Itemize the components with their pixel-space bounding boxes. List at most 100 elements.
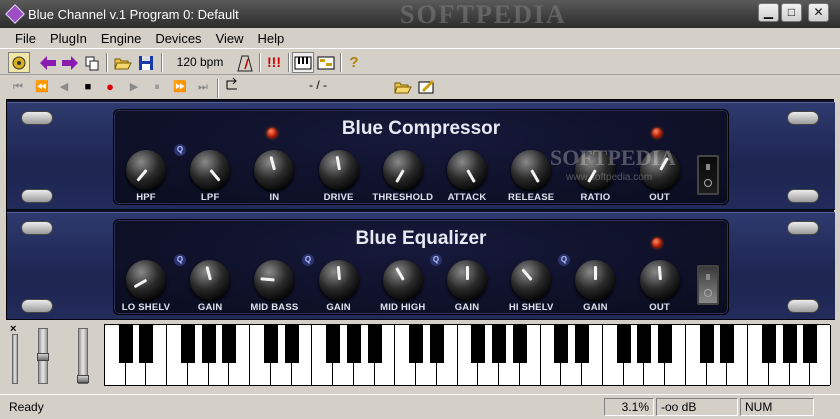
keyboard-toggle-button[interactable] [292,52,314,73]
mod-wheel[interactable] [77,328,89,384]
black-key[interactable] [180,325,195,363]
black-key[interactable] [326,325,341,363]
piano-icon [294,56,312,69]
equalizer-knob-lo-shelv[interactable] [126,260,166,300]
black-key[interactable] [616,325,631,363]
metronome-button[interactable] [234,52,256,73]
black-key[interactable] [429,325,444,363]
menu-engine[interactable]: Engine [94,29,148,49]
menu-devices[interactable]: Devices [148,29,208,49]
pause-icon: ⏸ [154,81,160,93]
compressor-power-switch[interactable] [697,155,719,195]
copy-icon [85,56,99,70]
main-toolbar: 120 bpm !!! ? [0,50,840,75]
pitch-wheel[interactable] [37,328,49,384]
rack-ear [787,299,819,313]
black-key[interactable] [512,325,527,363]
rewind-button[interactable]: ⏪ [32,77,52,97]
black-key[interactable] [139,325,154,363]
help-button[interactable]: ? [343,52,365,73]
toolbar-separator [288,53,290,72]
black-key[interactable] [803,325,818,363]
compressor-knob-drive[interactable] [318,150,359,190]
menu-bar: File PlugIn Engine Devices View Help [0,29,840,49]
open-button[interactable] [112,52,134,73]
black-key[interactable] [471,325,486,363]
title-bar[interactable]: Blue Channel v.1 Program 0: Default SOFT… [0,0,840,29]
properties-button[interactable] [416,76,438,97]
compressor-knob-hpf[interactable] [126,150,166,190]
black-key[interactable] [118,325,133,363]
black-key[interactable] [637,325,652,363]
knob-pointer [336,265,341,281]
equalizer-knob-mid-bass[interactable] [254,260,295,300]
black-key[interactable] [367,325,382,363]
forward-button[interactable] [59,52,81,73]
play-button[interactable]: ▶ [124,77,144,97]
menu-help[interactable]: Help [251,29,292,49]
compressor-knob-in[interactable] [254,150,295,190]
equalizer-knob-gain[interactable] [190,260,231,300]
output-led [652,128,662,138]
compressor-knob-lpf[interactable] [190,150,231,190]
tempo-display[interactable]: 120 bpm [170,55,230,69]
rewind-start-button[interactable]: ⏮ [8,77,28,97]
plugin-icon [12,56,26,69]
black-key[interactable] [346,325,361,363]
equalizer-power-switch[interactable] [697,265,719,305]
black-key[interactable] [263,325,278,363]
knob-pointer [521,268,533,281]
skip-end-button[interactable]: ⏭ [193,77,213,97]
keyboard-scrollbar[interactable] [12,334,18,384]
equalizer-knob-out[interactable] [639,260,680,300]
fast-forward-button[interactable]: ⏩ [170,77,190,97]
menu-plugin[interactable]: PlugIn [43,29,94,49]
equalizer-knob-hi-shelv[interactable] [511,260,552,300]
black-key[interactable] [782,325,797,363]
copy-button[interactable] [81,52,103,73]
equalizer-knob-gain[interactable] [318,260,359,300]
compressor-knob-attack[interactable] [447,150,487,190]
plugin-browser-button[interactable] [8,52,30,73]
black-key[interactable] [720,325,735,363]
black-key[interactable] [284,325,299,363]
black-key[interactable] [554,325,569,363]
stop-button[interactable]: ■ [78,77,98,97]
equalizer-knob-gain[interactable] [575,260,616,300]
save-button[interactable] [135,52,157,73]
knob-pointer [394,267,405,281]
fast-forward-icon: ⏩ [173,81,187,93]
maximize-button[interactable]: □ [781,3,802,22]
black-key[interactable] [575,325,590,363]
black-key[interactable] [699,325,714,363]
loop-button[interactable] [222,77,242,97]
cpu-usage: 3.1% [604,398,654,416]
black-key[interactable] [222,325,237,363]
menu-file[interactable]: File [8,29,43,49]
equalizer-knob-mid-high[interactable] [382,260,423,300]
black-key[interactable] [658,325,673,363]
piano-keyboard[interactable] [104,324,831,386]
black-key[interactable] [409,325,424,363]
panic-button[interactable]: !!! [262,52,286,73]
open-file-button[interactable] [392,76,414,97]
knob-label: DRIVE [323,192,354,203]
black-key[interactable] [201,325,216,363]
menu-view[interactable]: View [209,29,251,49]
black-key[interactable] [492,325,507,363]
softpedia-watermark: SOFTPEDIA [550,145,676,170]
num-lock-indicator: NUM [740,398,814,416]
step-back-button[interactable]: ◀ [54,77,74,97]
pause-button[interactable]: ⏸ [147,77,167,97]
record-button[interactable]: ● [100,77,120,97]
equalizer-knob-gain[interactable] [447,260,487,300]
knob-label: GAIN [326,302,351,313]
editor-button[interactable] [315,52,337,73]
back-button[interactable] [37,52,59,73]
close-button[interactable]: ✕ [808,3,829,22]
play-icon: ▶ [129,81,139,93]
compressor-knob-threshold[interactable] [382,150,423,190]
black-key[interactable] [761,325,776,363]
compressor-knob-release[interactable] [511,150,552,190]
minimize-button[interactable]: ▁ [758,3,779,22]
